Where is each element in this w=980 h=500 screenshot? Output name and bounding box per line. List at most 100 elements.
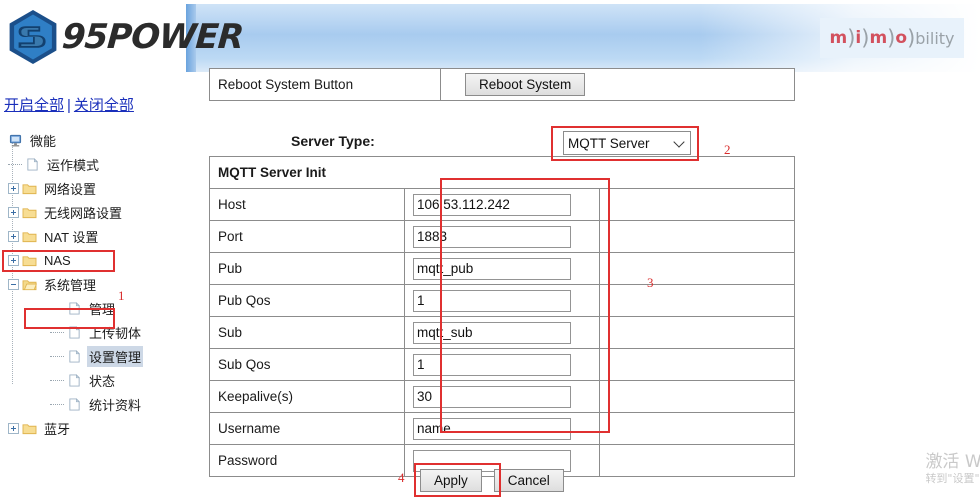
tree-connector [50, 380, 64, 381]
folder-icon [22, 230, 37, 243]
sidebar-item-7[interactable]: 管理 [4, 296, 184, 320]
sidebar-item-label: 管理 [87, 298, 117, 319]
field-spacer-cell [600, 317, 795, 349]
partner-logo-paren2: ) [861, 26, 869, 50]
sidebar-item-label: 设置管理 [87, 346, 143, 367]
table-row: Username [210, 413, 795, 445]
field-label: Port [210, 221, 405, 253]
hexagon-s-logo-icon [6, 8, 60, 66]
partner-logo-paren1: ) [847, 26, 855, 50]
sidebar-item-label: 系统管理 [42, 274, 98, 295]
sidebar-item-5[interactable]: NAS [4, 248, 184, 272]
field-label: Sub [210, 317, 405, 349]
server-type-select[interactable]: MQTT Server [563, 131, 691, 155]
computer-icon [8, 134, 23, 147]
cancel-button[interactable]: Cancel [494, 469, 564, 492]
reboot-system-button[interactable]: Reboot System [465, 73, 585, 96]
reboot-button-cell: Reboot System [441, 69, 795, 101]
field-spacer-cell [600, 381, 795, 413]
tree-toggle-plus-icon[interactable] [8, 255, 19, 266]
field-spacer-cell [600, 445, 795, 477]
page-icon [67, 398, 82, 411]
collapse-all-link[interactable]: 关闭全部 [74, 97, 134, 114]
folder-icon [22, 182, 37, 195]
table-row: Host [210, 189, 795, 221]
field-spacer-cell [600, 285, 795, 317]
folder-icon [22, 254, 37, 267]
sidebar-item-label: 蓝牙 [42, 418, 72, 439]
folder-open-icon [22, 278, 37, 291]
sidebar-item-4[interactable]: NAT 设置 [4, 224, 184, 248]
table-row: Pub [210, 253, 795, 285]
mqtt-settings-table: MQTT Server InitHostPortPubPub QosSubSub… [209, 156, 795, 477]
server-type-label: Server Type: [291, 133, 375, 149]
field-label: Pub [210, 253, 405, 285]
tree-connector [8, 164, 22, 165]
link-separator: | [64, 97, 74, 114]
sidebar-item-10[interactable]: 状态 [4, 368, 184, 392]
tree-toggle-plus-icon[interactable] [8, 231, 19, 242]
sidebar-item-11[interactable]: 统计资料 [4, 392, 184, 416]
sidebar-item-label: 无线网路设置 [42, 202, 124, 223]
sidebar-item-0[interactable]: 微能 [4, 128, 184, 152]
annotation-number-4: 4 [398, 470, 405, 486]
reboot-table: Reboot System Button Reboot System [209, 68, 795, 101]
input-username[interactable] [413, 418, 571, 440]
sidebar-item-6[interactable]: 系统管理 [4, 272, 184, 296]
input-pub[interactable] [413, 258, 571, 280]
sidebar-item-label: 统计资料 [87, 394, 143, 415]
activation-watermark: 激活 Wi 转到"设置"l [925, 452, 980, 486]
sidebar-item-label: 微能 [28, 130, 58, 151]
brand-logo-text: 95POWER [61, 17, 245, 57]
partner-logo-suffix: bility [915, 29, 954, 48]
input-sub[interactable] [413, 322, 571, 344]
page-icon [67, 302, 82, 315]
field-label: Password [210, 445, 405, 477]
field-label: Sub Qos [210, 349, 405, 381]
mqtt-table-header-row: MQTT Server Init [210, 157, 795, 189]
apply-button[interactable]: Apply [420, 469, 482, 492]
mqtt-table-wrap: MQTT Server InitHostPortPubPub QosSubSub… [209, 156, 795, 477]
field-label: Username [210, 413, 405, 445]
form-actions: Apply Cancel [420, 469, 564, 492]
reboot-label: Reboot System Button [210, 69, 441, 101]
table-row: Sub Qos [210, 349, 795, 381]
tree-connector [50, 356, 64, 357]
tree-toggle-plus-icon[interactable] [8, 423, 19, 434]
tree-toggle-minus-icon[interactable] [8, 279, 19, 290]
field-label: Pub Qos [210, 285, 405, 317]
sidebar-item-9[interactable]: 设置管理 [4, 344, 184, 368]
tree-toggle-plus-icon[interactable] [8, 183, 19, 194]
sidebar-item-12[interactable]: 蓝牙 [4, 416, 184, 440]
sidebar-item-2[interactable]: 网络设置 [4, 176, 184, 200]
sidebar-item-label: NAS [42, 252, 73, 269]
server-type-control: MQTT Server [563, 131, 691, 155]
tree-toggle-links: 开启全部|关闭全部 [4, 94, 134, 115]
partner-logo: m)i)m)o)bility [820, 18, 964, 58]
sidebar-item-3[interactable]: 无线网路设置 [4, 200, 184, 224]
folder-icon [22, 206, 37, 219]
expand-all-link[interactable]: 开启全部 [4, 97, 64, 114]
tree-toggle-plus-icon[interactable] [8, 207, 19, 218]
input-pub-qos[interactable] [413, 290, 571, 312]
field-spacer-cell [600, 221, 795, 253]
sidebar-item-label: 上传韧体 [87, 322, 143, 343]
mqtt-table-header-label: MQTT Server Init [210, 157, 795, 189]
sidebar-item-8[interactable]: 上传韧体 [4, 320, 184, 344]
input-sub-qos[interactable] [413, 354, 571, 376]
partner-logo-m2: m [869, 28, 887, 48]
sidebar-item-label: 状态 [87, 370, 117, 391]
input-host[interactable] [413, 194, 571, 216]
watermark-line-2: 转到"设置"l [925, 472, 980, 486]
input-port[interactable] [413, 226, 571, 248]
sidebar-item-1[interactable]: 运作模式 [4, 152, 184, 176]
brand-logo: 95POWER [6, 6, 188, 68]
page-icon [67, 326, 82, 339]
watermark-line-1: 激活 Wi [925, 452, 980, 472]
field-label: Keepalive(s) [210, 381, 405, 413]
partner-logo-m1: m [830, 28, 848, 48]
table-row-reboot: Reboot System Button Reboot System [210, 69, 795, 101]
field-value-cell [405, 221, 600, 253]
tree-connector [50, 404, 64, 405]
input-keepalive-s[interactable] [413, 386, 571, 408]
